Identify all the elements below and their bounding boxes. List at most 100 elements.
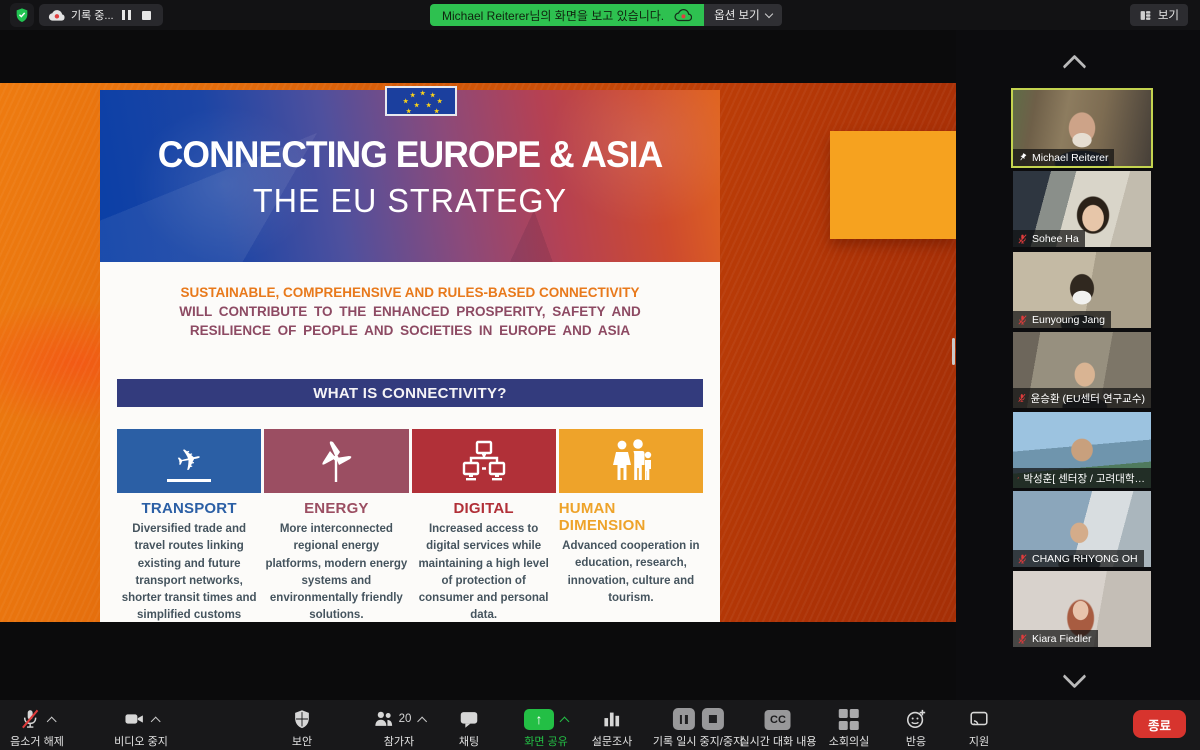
- eu-flag-icon: ★★★ ★★ ★★ ★★: [385, 86, 457, 116]
- breakout-rooms-button[interactable]: 소회의실: [829, 707, 869, 749]
- screen-share-banner: Michael Reiterer님의 화면을 보고 있습니다. 옵션 보기: [430, 4, 782, 26]
- pause-recording-icon[interactable]: [672, 708, 694, 730]
- end-meeting-button[interactable]: 종료: [1133, 710, 1186, 738]
- participants-panel: Michael Reiterer Sohee Ha Eunyoung: [956, 30, 1200, 700]
- pillar-title: TRANSPORT: [142, 500, 237, 517]
- recording-label: 기록 중...: [71, 7, 114, 23]
- view-options-button[interactable]: 옵션 보기: [704, 4, 782, 26]
- intro-line: WILL CONTRIBUTE TO THE ENHANCED PROSPERI…: [128, 302, 692, 321]
- unmute-button[interactable]: 음소거 해제: [10, 707, 64, 749]
- participant-video[interactable]: Michael Reiterer: [1013, 90, 1151, 166]
- recording-control-buttons[interactable]: 기록 일시 중지/중지: [653, 707, 743, 749]
- participant-video[interactable]: CHANG RHYONG OH: [1013, 491, 1151, 567]
- participant-name: 윤승환 (EU센터 연구교수): [1031, 391, 1145, 406]
- slide-intro: SUSTAINABLE, COMPREHENSIVE AND RULES-BAS…: [128, 283, 692, 340]
- stop-icon: [142, 11, 151, 20]
- view-layout-icon: [1139, 9, 1152, 22]
- participant-video[interactable]: 박성훈[ 센터장 / 고려대학…: [1013, 412, 1151, 488]
- share-screen-icon: ↑: [524, 709, 554, 730]
- muted-mic-icon: [1017, 472, 1019, 484]
- closed-caption-icon: CC: [765, 710, 791, 730]
- pillar-columns: ✈ TRANSPORT Diversified trade and travel…: [117, 429, 703, 622]
- section-header: WHAT IS CONNECTIVITY?: [117, 379, 703, 407]
- cloud-recording-icon: [48, 9, 65, 22]
- slide-header: ★★★ ★★ ★★ ★★ CONNECTING EUROPE & ASIA TH…: [100, 90, 720, 262]
- slide-body: SUSTAINABLE, COMPREHENSIVE AND RULES-BAS…: [100, 262, 720, 622]
- chat-bubble-icon: [458, 708, 480, 730]
- participant-name: Michael Reiterer: [1032, 152, 1108, 164]
- shared-screen-area: ★★★ ★★ ★★ ★★ CONNECTING EUROPE & ASIA TH…: [0, 30, 956, 700]
- participant-name: CHANG RHYONG OH: [1032, 553, 1138, 565]
- live-transcript-button[interactable]: CC 실시간 대화 내용: [740, 707, 817, 749]
- recording-indicator: 기록 중...: [39, 4, 163, 26]
- pillar-energy: ENERGY More interconnected regional ener…: [264, 429, 408, 622]
- support-button[interactable]: 지원: [968, 707, 990, 749]
- security-shield-icon: [291, 708, 313, 730]
- muted-mic-icon: [1017, 633, 1028, 645]
- participant-name: Kiara Fiedler: [1032, 633, 1092, 645]
- muted-mic-icon: [1017, 314, 1028, 326]
- slide-title: CONNECTING EUROPE & ASIA: [112, 134, 707, 176]
- stop-recording-button[interactable]: [140, 8, 154, 22]
- video-camera-icon: [123, 708, 145, 730]
- top-bar: 기록 중... Michael Reiterer님의 화면을 보고 있습니다. …: [0, 0, 1200, 30]
- pillar-human-dimension: HUMAN DIMENSION Advanced cooperation in …: [559, 429, 703, 622]
- pillar-title: DIGITAL: [453, 500, 513, 517]
- pillar-transport: ✈ TRANSPORT Diversified trade and travel…: [117, 429, 261, 622]
- muted-mic-icon: [1017, 233, 1028, 245]
- shield-check-icon: [14, 7, 30, 23]
- share-screen-button[interactable]: ↑ 화면 공유: [524, 707, 568, 749]
- pillar-description: Advanced cooperation in education, resea…: [559, 538, 703, 607]
- stop-recording-icon[interactable]: [701, 708, 723, 730]
- scroll-down-chevron[interactable]: [1062, 664, 1086, 688]
- audio-options-chevron[interactable]: [47, 716, 57, 726]
- slide-decor-rectangle: [830, 131, 956, 239]
- security-button[interactable]: 보안: [291, 707, 313, 749]
- wind-turbine-icon: [316, 438, 356, 484]
- network-monitors-icon: [460, 439, 508, 483]
- presentation-slide: ★★★ ★★ ★★ ★★ CONNECTING EUROPE & ASIA TH…: [0, 83, 956, 622]
- share-options-chevron[interactable]: [560, 716, 570, 726]
- pillar-description: Increased access to digital services whi…: [412, 521, 556, 622]
- intro-line: RESILIENCE OF PEOPLE AND SOCIETIES IN EU…: [128, 321, 692, 340]
- pause-recording-button[interactable]: [120, 8, 134, 22]
- intro-line: SUSTAINABLE, COMPREHENSIVE AND RULES-BAS…: [128, 283, 692, 302]
- pin-icon: [1017, 152, 1028, 163]
- participant-video[interactable]: Sohee Ha: [1013, 171, 1151, 247]
- airplane-underline: [167, 479, 211, 482]
- participant-video[interactable]: Eunyoung Jang: [1013, 252, 1151, 328]
- muted-mic-icon: [1017, 553, 1028, 565]
- family-icon: [608, 438, 654, 484]
- reactions-button[interactable]: 반응: [905, 707, 927, 749]
- muted-mic-icon: [19, 708, 41, 730]
- view-button[interactable]: 보기: [1130, 4, 1188, 26]
- meeting-toolbar: 음소거 해제 비디오 중지 보안: [0, 700, 1200, 750]
- stop-video-button[interactable]: 비디오 중지: [114, 707, 168, 749]
- bar-chart-icon: [601, 708, 623, 730]
- polls-button[interactable]: 설문조사: [592, 707, 632, 749]
- participant-video[interactable]: Kiara Fiedler: [1013, 571, 1151, 647]
- participant-name: 박성훈[ 센터장 / 고려대학…: [1023, 471, 1145, 486]
- participant-video[interactable]: 윤승환 (EU센터 연구교수): [1013, 332, 1151, 408]
- slide-subtitle: THE EU STRATEGY: [106, 182, 714, 220]
- scroll-up-chevron[interactable]: [1062, 54, 1086, 78]
- breakout-grid-icon: [839, 709, 860, 730]
- participants-button[interactable]: 20 참가자: [373, 707, 426, 749]
- pause-icon: [122, 10, 131, 20]
- participant-name: Sohee Ha: [1032, 233, 1079, 245]
- pillar-title: ENERGY: [304, 500, 369, 517]
- pillar-title: HUMAN DIMENSION: [559, 500, 703, 534]
- chevron-down-icon: [764, 9, 772, 17]
- pillar-digital: DIGITAL Increased access to digital serv…: [412, 429, 556, 622]
- scrollbar[interactable]: [952, 338, 955, 365]
- remote-support-icon: [968, 708, 990, 730]
- participant-count: 20: [399, 713, 412, 725]
- zoom-meeting-window: 기록 중... Michael Reiterer님의 화면을 보고 있습니다. …: [0, 0, 1200, 750]
- encryption-shield-button[interactable]: [10, 3, 34, 27]
- participants-options-chevron[interactable]: [417, 716, 427, 726]
- cloud-recording-icon: [674, 9, 692, 22]
- video-options-chevron[interactable]: [151, 716, 161, 726]
- banner-message: Michael Reiterer님의 화면을 보고 있습니다.: [442, 7, 664, 24]
- chat-button[interactable]: 채팅: [458, 707, 480, 749]
- pillar-description: Diversified trade and travel routes link…: [117, 521, 261, 622]
